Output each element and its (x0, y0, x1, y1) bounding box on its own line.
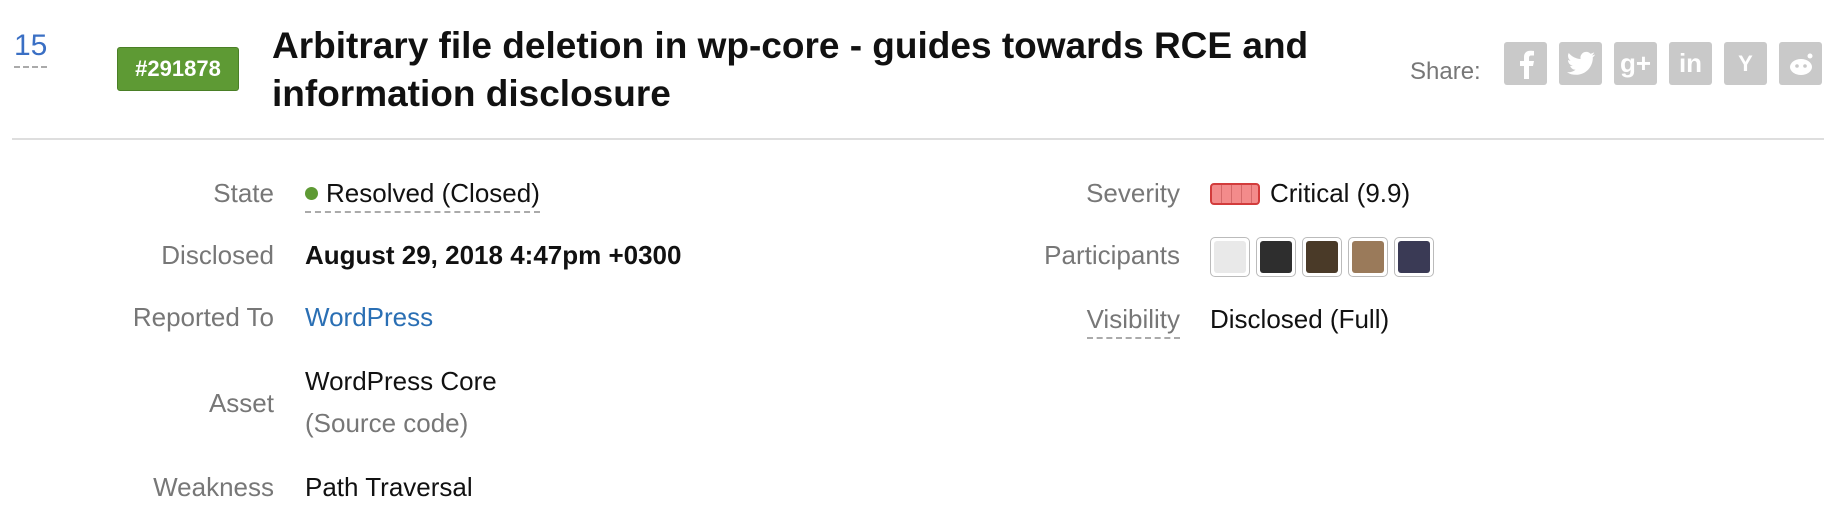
avatar[interactable] (1210, 237, 1250, 277)
twitter-icon[interactable] (1559, 42, 1602, 85)
state-label: State (213, 178, 274, 208)
reddit-icon[interactable] (1779, 42, 1822, 85)
state-value[interactable]: Resolved (Closed) (305, 178, 540, 213)
google-plus-icon[interactable]: g+ (1614, 42, 1657, 85)
report-id-badge[interactable]: #291878 (117, 47, 239, 91)
avatar[interactable] (1394, 237, 1434, 277)
disclosed-value: August 29, 2018 4:47pm +0300 (305, 240, 682, 270)
severity-label: Severity (1086, 178, 1180, 208)
weakness-value: Path Traversal (305, 472, 473, 502)
avatar[interactable] (1348, 237, 1388, 277)
share-label: Share: (1410, 58, 1481, 85)
visibility-label[interactable]: Visibility (1086, 304, 1180, 339)
visibility-value: Disclosed (Full) (1210, 304, 1390, 334)
asset-type: (Source code) (305, 408, 469, 438)
reported-to-label: Reported To (132, 302, 274, 332)
linkedin-icon[interactable]: in (1669, 42, 1712, 85)
facebook-icon[interactable] (1504, 42, 1547, 85)
hacker-news-icon[interactable]: Y (1724, 42, 1767, 85)
header-divider (12, 138, 1824, 140)
share-icons: g+ in Y (1504, 42, 1822, 85)
participants-list (1210, 237, 1434, 277)
avatar[interactable] (1256, 237, 1296, 277)
reported-to-link[interactable]: WordPress (305, 302, 433, 333)
status-dot-icon (305, 187, 318, 200)
disclosed-label: Disclosed (161, 240, 274, 270)
page-title: Arbitrary file deletion in wp-core - gui… (272, 25, 1309, 114)
severity-value[interactable]: Critical (9.9) (1210, 178, 1410, 209)
participants-label: Participants (1044, 240, 1180, 270)
severity-bar-icon (1210, 183, 1260, 205)
vote-count[interactable]: 15 (14, 28, 48, 68)
weakness-label: Weakness (153, 472, 274, 502)
asset-label: Asset (208, 388, 274, 418)
avatar[interactable] (1302, 237, 1342, 277)
asset-value: WordPress Core (305, 366, 497, 396)
